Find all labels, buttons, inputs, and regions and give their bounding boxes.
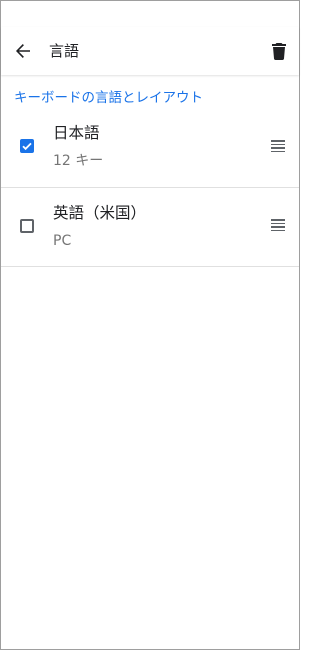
- language-checkbox[interactable]: [20, 139, 34, 153]
- app-bar: 言語: [1, 27, 299, 75]
- page-title: 言語: [49, 42, 80, 60]
- trash-icon: [272, 42, 286, 60]
- delete-button[interactable]: [267, 39, 291, 63]
- language-row-japanese[interactable]: 日本語 12 キー: [1, 109, 299, 188]
- drag-handle-icon[interactable]: [271, 219, 285, 231]
- language-name: 日本語: [53, 124, 100, 142]
- section-header: キーボードの言語とレイアウト: [14, 90, 203, 106]
- back-button[interactable]: [11, 39, 35, 63]
- language-row-english-us[interactable]: 英語（米国） PC: [1, 188, 299, 267]
- screen: 言語 キーボードの言語とレイアウト 日本語 12 キー 英語（米国） PC: [0, 0, 300, 650]
- language-checkbox[interactable]: [20, 219, 34, 233]
- language-layout: PC: [53, 233, 72, 249]
- language-layout: 12 キー: [53, 153, 104, 169]
- arrow-back-icon: [16, 44, 30, 58]
- drag-handle-icon[interactable]: [271, 140, 285, 152]
- language-name: 英語（米国）: [53, 204, 147, 222]
- checkmark-icon: [22, 142, 32, 151]
